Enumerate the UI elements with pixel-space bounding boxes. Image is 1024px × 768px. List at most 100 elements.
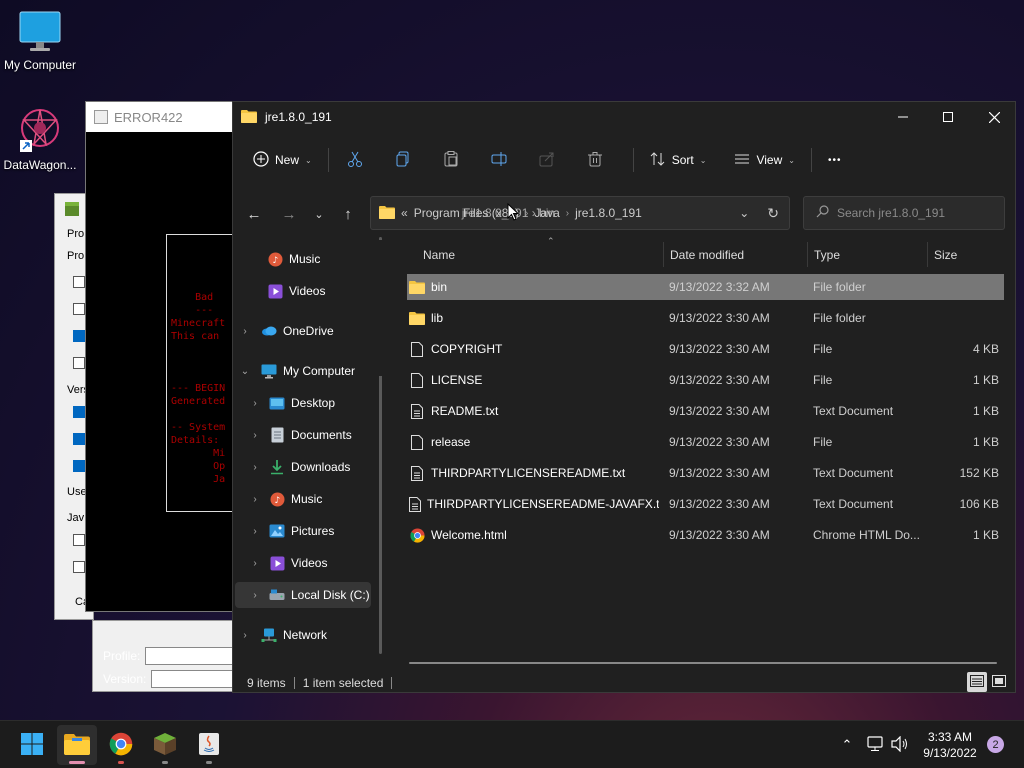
- sidebar-item-my-computer[interactable]: ⌄ My Computer: [233, 358, 379, 384]
- paste-button[interactable]: [433, 144, 469, 176]
- chevron-down-icon[interactable]: ⌄: [239, 366, 251, 377]
- up-button[interactable]: ↑: [333, 196, 363, 232]
- file-name: lib: [431, 311, 444, 325]
- sidebar-item-videos[interactable]: › Videos: [233, 550, 379, 576]
- sidebar-item-music[interactable]: › ♪ Music: [233, 486, 379, 512]
- chevron-right-icon[interactable]: ›: [249, 462, 261, 473]
- chevron-right-icon[interactable]: ›: [249, 430, 261, 441]
- sidebar-item-videos-quick[interactable]: Videos: [233, 278, 379, 304]
- start-button[interactable]: [12, 725, 52, 765]
- copy-button[interactable]: [385, 144, 421, 176]
- close-button[interactable]: [971, 102, 1017, 132]
- sidebar-item-label: Pictures: [291, 524, 335, 538]
- profile-select[interactable]: (Default): [145, 647, 246, 665]
- column-header-type[interactable]: Type: [807, 242, 927, 267]
- file-row[interactable]: Welcome.html 9/13/2022 3:30 AM Chrome HT…: [407, 522, 1004, 548]
- file-row[interactable]: LICENSE 9/13/2022 3:30 AM File 1 KB: [407, 367, 1004, 393]
- delete-button[interactable]: [577, 144, 613, 176]
- maximize-button[interactable]: [925, 102, 971, 132]
- details-view-button[interactable]: [967, 672, 987, 692]
- forward-button[interactable]: →: [274, 196, 304, 232]
- file-row[interactable]: COPYRIGHT 9/13/2022 3:30 AM File 4 KB: [407, 336, 1004, 362]
- sidebar-item-network[interactable]: › Network: [233, 622, 379, 648]
- error-window[interactable]: ERROR422 Bad --- Minecraft This can --- BE…: [85, 101, 246, 612]
- chevron-right-icon[interactable]: ›: [239, 630, 251, 641]
- column-header-name[interactable]: Name ⌃: [417, 236, 663, 267]
- sort-button[interactable]: Sort ⌄: [642, 144, 715, 176]
- cut-button[interactable]: [337, 144, 373, 176]
- share-button[interactable]: [529, 144, 565, 176]
- file-row[interactable]: lib 9/13/2022 3:30 AM File folder: [407, 305, 1004, 331]
- error-window-titlebar: ERROR422: [86, 102, 244, 132]
- more-options-button[interactable]: •••: [820, 144, 850, 176]
- sidebar-item-music-quick[interactable]: ♪ Music: [233, 246, 379, 272]
- back-button[interactable]: ←: [239, 196, 269, 232]
- rename-button[interactable]: [481, 144, 517, 176]
- sidebar-item-documents[interactable]: › Documents: [233, 422, 379, 448]
- chevron-right-icon[interactable]: ›: [249, 558, 261, 569]
- column-header-date[interactable]: Date modified: [663, 242, 807, 267]
- sidebar-item-downloads[interactable]: › Downloads: [233, 454, 379, 480]
- chevron-right-icon[interactable]: ›: [239, 326, 251, 337]
- column-header-row: Name ⌃ Date modified Type Size: [405, 236, 1005, 267]
- launcher-checkbox[interactable]: [73, 406, 85, 418]
- breadcrumb-current[interactable]: jre1.8.0_191: [575, 206, 642, 220]
- breadcrumb-separator: ›: [565, 207, 570, 219]
- status-separator: [293, 677, 295, 689]
- launcher-checkbox[interactable]: [73, 460, 85, 472]
- file-size: 1 KB: [972, 373, 999, 387]
- file-type: Text Document: [813, 497, 894, 511]
- status-separator: [391, 677, 393, 689]
- launcher-checkbox[interactable]: [73, 433, 85, 445]
- file-size: 106 KB: [959, 497, 999, 511]
- breadcrumb-overflow[interactable]: «: [401, 206, 408, 220]
- view-list-icon: [734, 151, 750, 170]
- sidebar-item-onedrive[interactable]: › OneDrive: [233, 318, 379, 344]
- launcher-checkbox[interactable]: [73, 303, 85, 315]
- file-row[interactable]: THIRDPARTYLICENSEREADME.txt 9/13/2022 3:…: [407, 460, 1004, 486]
- launcher-checkbox[interactable]: [73, 330, 85, 342]
- taskbar-minecraft-launcher[interactable]: [145, 725, 185, 765]
- sidebar-item-local-disk[interactable]: › Local Disk (C:): [235, 582, 371, 608]
- show-hidden-icons-button[interactable]: ⌃: [836, 721, 858, 768]
- chevron-right-icon[interactable]: ›: [249, 494, 261, 505]
- desktop-icon-label: My Computer: [3, 58, 77, 72]
- chevron-right-icon[interactable]: ›: [249, 398, 261, 409]
- recent-locations-button[interactable]: ⌄: [304, 196, 334, 232]
- launcher-checkbox[interactable]: [73, 276, 85, 288]
- minimize-button[interactable]: [880, 102, 926, 132]
- network-status-button[interactable]: [864, 721, 886, 768]
- sidebar-item-pictures[interactable]: › Pictures: [233, 518, 379, 544]
- sidebar-item-desktop[interactable]: › Desktop: [233, 390, 379, 416]
- file-row[interactable]: bin 9/13/2022 3:32 AM File folder: [407, 274, 1004, 300]
- explorer-titlebar[interactable]: jre1.8.0_191: [233, 102, 1015, 132]
- file-list-horizontal-scrollbar[interactable]: [409, 662, 997, 664]
- file-row[interactable]: release 9/13/2022 3:30 AM File 1 KB: [407, 429, 1004, 455]
- chevron-down-icon[interactable]: ⌄: [739, 206, 749, 220]
- taskbar-file-explorer[interactable]: [57, 725, 97, 765]
- file-row[interactable]: THIRDPARTYLICENSEREADME-JAVAFX.txt 9/13/…: [407, 491, 1004, 517]
- new-button[interactable]: New ⌄: [245, 144, 320, 176]
- search-box[interactable]: [803, 196, 1005, 230]
- tiles-view-button[interactable]: [989, 672, 1009, 692]
- launcher-checkbox[interactable]: [73, 534, 85, 546]
- launcher-checkbox[interactable]: [73, 561, 85, 573]
- desktop-icon-my-computer[interactable]: My Computer: [0, 10, 80, 72]
- taskbar-chrome[interactable]: [101, 725, 141, 765]
- file-explorer-window[interactable]: jre1.8.0_191 New ⌄ Sort ⌄ View ⌄ ••• ← →…: [232, 101, 1016, 693]
- search-input[interactable]: [837, 206, 997, 220]
- desktop-icon-datawagon[interactable]: DataWagon...: [0, 106, 80, 172]
- system-clock[interactable]: 3:33 AM 9/13/2022: [914, 729, 986, 761]
- column-header-size[interactable]: Size: [927, 242, 1005, 267]
- notification-badge[interactable]: 2: [987, 736, 1004, 753]
- launcher-checkbox[interactable]: [73, 357, 85, 369]
- chevron-right-icon[interactable]: ›: [249, 526, 261, 537]
- volume-button[interactable]: [888, 721, 912, 768]
- view-button[interactable]: View ⌄: [726, 144, 803, 176]
- sidebar-item-label: Videos: [289, 284, 326, 298]
- address-bar[interactable]: « Program Files (x86) jre1.8.0_191 › bin…: [370, 196, 790, 230]
- taskbar-java[interactable]: [189, 725, 229, 765]
- refresh-icon[interactable]: ↻: [767, 205, 779, 222]
- file-row[interactable]: README.txt 9/13/2022 3:30 AM Text Docume…: [407, 398, 1004, 424]
- chevron-right-icon[interactable]: ›: [249, 590, 261, 601]
